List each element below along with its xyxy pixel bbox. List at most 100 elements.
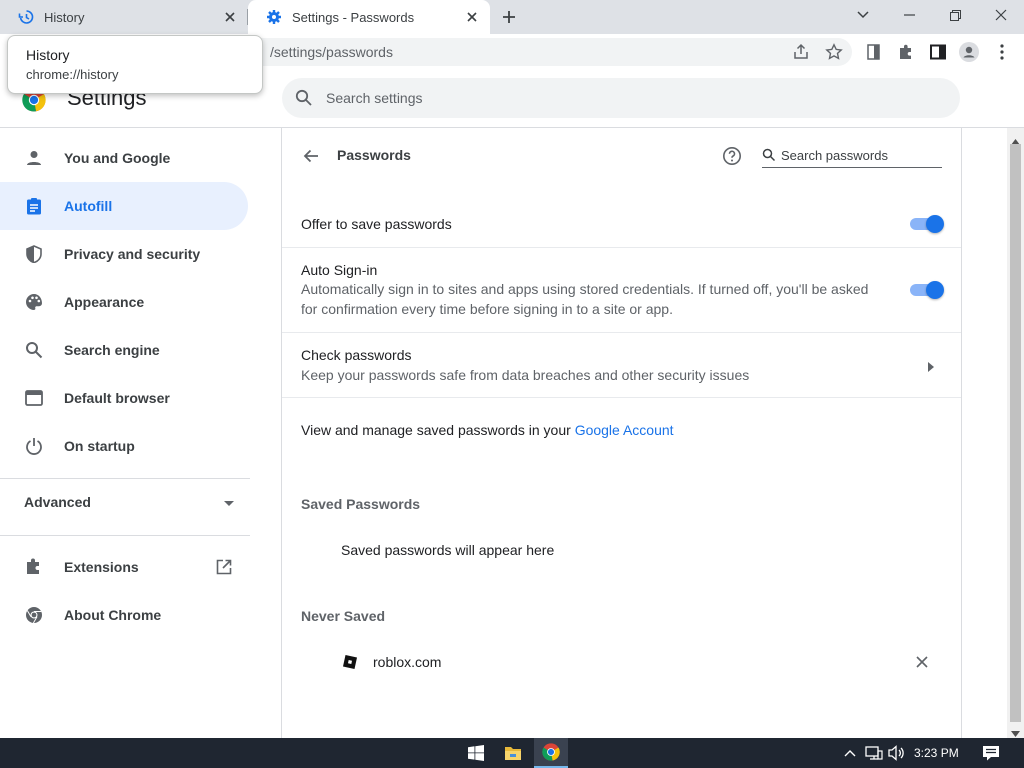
page-scrollbar[interactable] bbox=[1007, 128, 1024, 738]
sidebar-item-you-and-google[interactable]: You and Google bbox=[0, 134, 248, 182]
new-tab-button[interactable] bbox=[498, 6, 520, 28]
scrollbar-thumb[interactable] bbox=[1010, 144, 1021, 722]
window-close-button[interactable] bbox=[978, 0, 1024, 30]
check-passwords-row[interactable]: Check passwords Keep your passwords safe… bbox=[282, 333, 961, 397]
restore-icon bbox=[949, 9, 961, 21]
tooltip-url: chrome://history bbox=[26, 67, 119, 82]
sidebar: You and Google Autofill Privacy and secu… bbox=[0, 128, 262, 738]
sidebar-advanced-label: Advanced bbox=[24, 494, 91, 510]
auto-signin-row: Auto Sign-in Automatically sign in to si… bbox=[282, 248, 961, 332]
reading-list-icon[interactable] bbox=[864, 42, 884, 62]
windows-taskbar: 3:23 PM bbox=[0, 738, 1024, 768]
sidebar-item-autofill[interactable]: Autofill bbox=[0, 182, 248, 230]
person-icon bbox=[24, 148, 44, 168]
minimize-button[interactable] bbox=[886, 0, 932, 30]
sidebar-item-privacy[interactable]: Privacy and security bbox=[0, 230, 248, 278]
google-account-link[interactable]: Google Account bbox=[575, 422, 674, 438]
auto-signin-label: Auto Sign-in bbox=[301, 262, 378, 278]
notification-center-icon[interactable] bbox=[981, 743, 1001, 763]
caret-right-icon bbox=[928, 359, 934, 377]
settings-search-input[interactable] bbox=[326, 78, 926, 118]
sidebar-item-label: Autofill bbox=[64, 198, 113, 214]
close-icon[interactable] bbox=[220, 7, 240, 27]
card-header: Passwords bbox=[282, 128, 961, 184]
chrome-outline-icon bbox=[24, 605, 44, 625]
open-in-new-icon bbox=[214, 557, 234, 577]
sidebar-item-about-chrome[interactable]: About Chrome bbox=[0, 591, 248, 639]
bookmark-star-icon[interactable] bbox=[824, 42, 844, 62]
password-search-input[interactable] bbox=[781, 144, 939, 166]
puzzle-icon bbox=[24, 557, 44, 577]
sidebar-item-extensions[interactable]: Extensions bbox=[0, 543, 248, 591]
manage-passwords-text: View and manage saved passwords in your … bbox=[301, 422, 674, 438]
chevron-down-icon bbox=[857, 11, 869, 19]
caret-down-icon bbox=[224, 494, 234, 510]
divider bbox=[0, 535, 250, 536]
clipboard-icon bbox=[24, 196, 44, 216]
sidebar-item-label: About Chrome bbox=[64, 607, 162, 623]
taskbar-chrome-button[interactable] bbox=[534, 738, 568, 768]
arrow-back-icon bbox=[303, 149, 318, 163]
system-tray-chevron-icon[interactable] bbox=[840, 743, 860, 763]
url-text: /settings/passwords bbox=[270, 44, 393, 60]
tab-hover-tooltip: History chrome://history bbox=[7, 35, 263, 94]
remove-exception-button[interactable] bbox=[912, 652, 932, 672]
sidebar-item-label: Extensions bbox=[64, 559, 139, 575]
never-saved-heading: Never Saved bbox=[301, 608, 386, 624]
search-icon bbox=[294, 88, 314, 113]
close-icon bbox=[916, 656, 928, 668]
file-explorer-icon[interactable] bbox=[503, 743, 523, 763]
saved-passwords-empty-text: Saved passwords will appear here bbox=[341, 542, 555, 558]
windows-start-icon[interactable] bbox=[466, 743, 486, 763]
settings-search-box[interactable] bbox=[282, 78, 960, 118]
help-icon[interactable] bbox=[721, 145, 743, 167]
search-icon bbox=[762, 148, 776, 167]
sidebar-item-appearance[interactable]: Appearance bbox=[0, 278, 248, 326]
plus-icon bbox=[503, 11, 515, 23]
sidebar-item-label: Default browser bbox=[64, 390, 170, 406]
password-search-box[interactable] bbox=[762, 144, 942, 168]
auto-signin-description: Automatically sign in to sites and apps … bbox=[301, 281, 869, 317]
sidebar-item-default-browser[interactable]: Default browser bbox=[0, 374, 248, 422]
chrome-logo-icon bbox=[542, 743, 560, 761]
browser-icon bbox=[24, 388, 44, 408]
tooltip-title: History bbox=[26, 47, 70, 63]
tab-search-button[interactable] bbox=[840, 0, 886, 30]
check-passwords-label: Check passwords bbox=[301, 347, 412, 363]
sidebar-item-search-engine[interactable]: Search engine bbox=[0, 326, 248, 374]
back-button[interactable] bbox=[300, 145, 322, 167]
tab-title: History bbox=[44, 9, 85, 25]
divider bbox=[0, 478, 250, 479]
tab-settings[interactable]: Settings - Passwords bbox=[248, 0, 490, 34]
volume-icon[interactable] bbox=[887, 743, 907, 763]
divider bbox=[282, 397, 961, 398]
auto-signin-toggle[interactable] bbox=[910, 281, 944, 299]
palette-icon bbox=[24, 292, 44, 312]
close-icon bbox=[995, 9, 1007, 21]
restore-button[interactable] bbox=[932, 0, 978, 30]
sidebar-advanced-toggle[interactable]: Advanced bbox=[24, 484, 234, 520]
power-icon bbox=[24, 436, 44, 456]
shield-icon bbox=[24, 244, 44, 264]
sidebar-item-label: Appearance bbox=[64, 294, 145, 310]
menu-dots-icon[interactable] bbox=[992, 42, 1012, 62]
sidebar-item-label: On startup bbox=[64, 438, 135, 454]
offer-to-save-row: Offer to save passwords bbox=[282, 200, 961, 248]
extensions-puzzle-icon[interactable] bbox=[896, 42, 916, 62]
manage-passwords-prefix: View and manage saved passwords in your bbox=[301, 422, 575, 438]
search-icon bbox=[24, 340, 44, 360]
profile-avatar[interactable] bbox=[959, 42, 979, 62]
share-icon[interactable] bbox=[791, 42, 811, 62]
close-icon[interactable] bbox=[462, 7, 482, 27]
network-icon[interactable] bbox=[864, 743, 884, 763]
taskbar-clock[interactable]: 3:23 PM bbox=[914, 738, 959, 768]
side-panel-icon[interactable] bbox=[928, 42, 948, 62]
minimize-icon bbox=[903, 14, 915, 16]
tab-title: Settings - Passwords bbox=[292, 9, 415, 25]
sidebar-item-label: Privacy and security bbox=[64, 246, 201, 262]
sidebar-item-label: Search engine bbox=[64, 342, 160, 358]
sidebar-item-on-startup[interactable]: On startup bbox=[0, 422, 248, 470]
tab-history[interactable]: History bbox=[0, 0, 248, 34]
toggle-knob bbox=[926, 281, 944, 299]
offer-to-save-toggle[interactable] bbox=[910, 215, 944, 233]
